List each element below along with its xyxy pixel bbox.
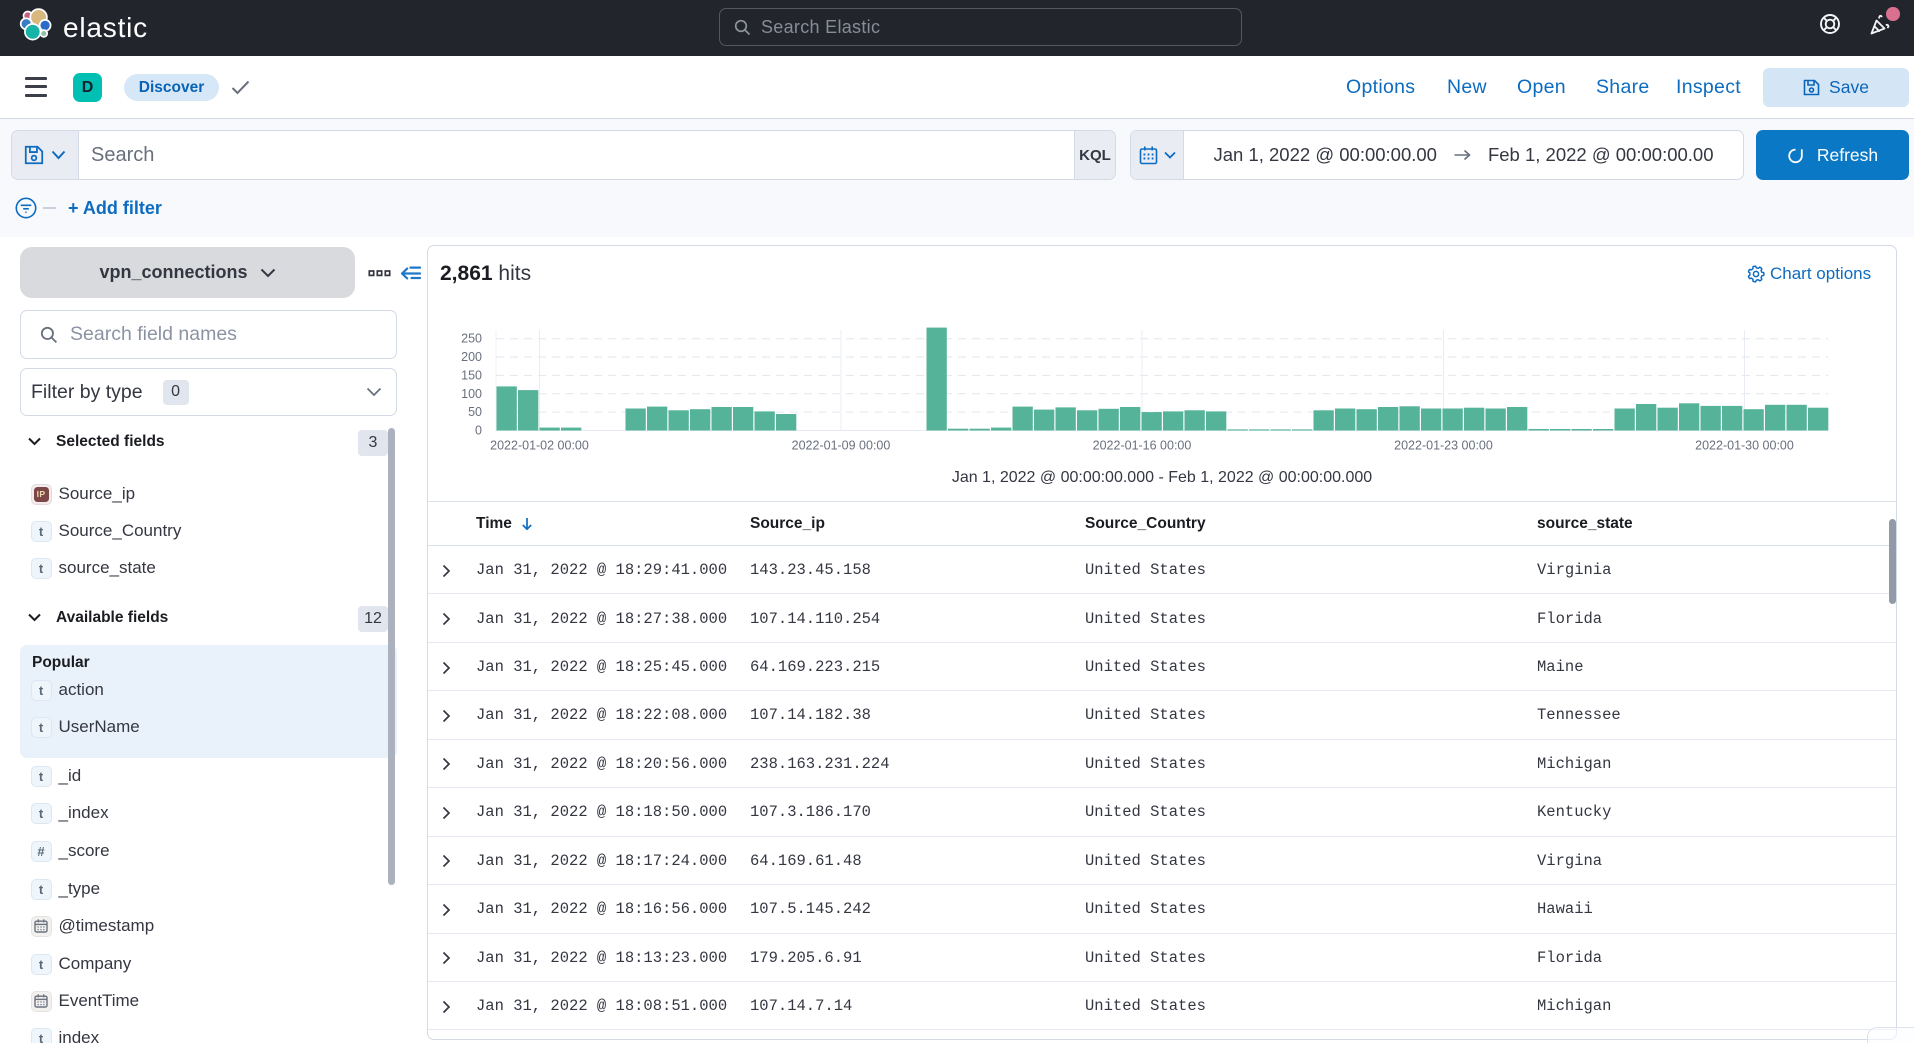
svg-text:0: 0 xyxy=(475,424,482,438)
svg-text:2022-01-16 00:00: 2022-01-16 00:00 xyxy=(1093,439,1192,453)
svg-text:150: 150 xyxy=(461,368,482,382)
svg-text:200: 200 xyxy=(461,350,482,364)
svg-text:50: 50 xyxy=(468,405,482,419)
svg-text:2022-01-23 00:00: 2022-01-23 00:00 xyxy=(1394,439,1493,453)
svg-text:2022-01-09 00:00: 2022-01-09 00:00 xyxy=(792,439,891,453)
svg-text:2022-01-30 00:00: 2022-01-30 00:00 xyxy=(1695,439,1794,453)
svg-text:Jan 1, 2022 @ 00:00:00.000 - F: Jan 1, 2022 @ 00:00:00.000 - Feb 1, 2022… xyxy=(952,469,1372,486)
svg-text:250: 250 xyxy=(461,332,482,346)
svg-text:2022-01-02 00:00: 2022-01-02 00:00 xyxy=(490,439,589,453)
svg-text:100: 100 xyxy=(461,387,482,401)
